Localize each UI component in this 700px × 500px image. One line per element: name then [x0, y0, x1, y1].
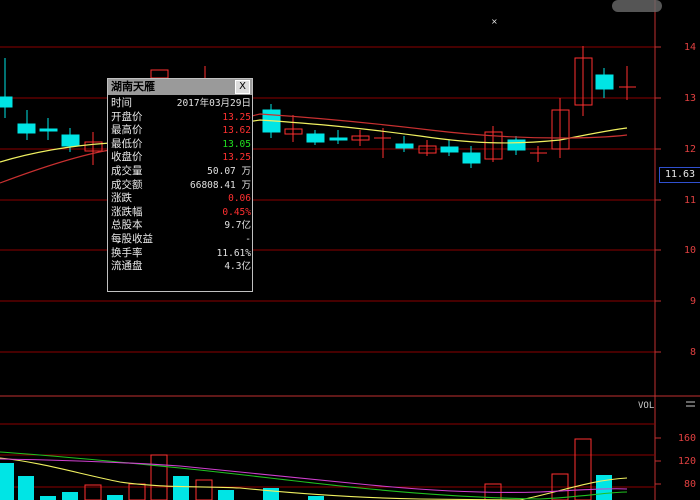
close-icon[interactable]: X	[235, 80, 250, 94]
volume-bar	[218, 490, 234, 500]
candle	[418, 140, 437, 156]
candle	[39, 118, 58, 140]
price-tick: 8	[690, 347, 696, 358]
info-row: 流通盘 4.3亿	[111, 260, 251, 274]
info-label: 涨跌	[111, 192, 132, 205]
candle	[306, 130, 325, 145]
volume-bar	[263, 488, 279, 500]
volume-bar	[40, 496, 56, 500]
candle	[0, 58, 13, 118]
price-tick: 13	[684, 93, 696, 104]
info-label: 涨跌幅	[111, 205, 143, 218]
candle	[507, 136, 526, 155]
candle	[484, 126, 503, 162]
price-axis: 14 13 12 11 10 9 8	[655, 42, 696, 358]
candle	[17, 110, 36, 140]
info-label: 收盘价	[111, 151, 143, 164]
blurred-overlay	[612, 0, 662, 12]
info-value: 13.25	[222, 152, 251, 164]
volume-bar	[574, 438, 592, 500]
crosshair-marker: ×	[491, 17, 498, 26]
info-value: 0.45%	[222, 206, 251, 218]
info-row: 总股本 9.7亿	[111, 219, 251, 233]
info-table: 时间 2017年03月29日 开盘价 13.25 最高价 13.62 最低价 13.05 收盘价…	[111, 97, 251, 274]
volume-bar	[195, 479, 213, 500]
info-value: 13.25	[222, 111, 251, 123]
info-label: 开盘价	[111, 110, 143, 123]
candle	[551, 98, 570, 158]
price-tick: 12	[684, 144, 696, 155]
candle	[574, 46, 593, 116]
info-value: 66808.41 万	[190, 179, 251, 191]
volume-label: VOL	[638, 401, 654, 411]
volume-moving-averages	[0, 451, 628, 500]
candle	[440, 140, 459, 156]
info-value: 13.05	[222, 138, 251, 150]
candle	[351, 130, 370, 146]
volume-tick: 80	[684, 479, 696, 490]
volume-axis: VOL 160 120 80	[638, 401, 696, 490]
info-row: 收盘价 13.25	[111, 151, 251, 165]
info-label: 时间	[111, 97, 132, 109]
info-label: 每股收益	[111, 232, 153, 245]
candle	[595, 68, 614, 98]
volume-tick: 160	[678, 433, 696, 444]
info-row: 成交量 50.07 万	[111, 165, 251, 179]
volume-bar	[596, 475, 612, 500]
info-label: 最低价	[111, 137, 143, 150]
price-tick: 10	[684, 245, 696, 256]
info-label: 最高价	[111, 124, 143, 137]
info-label: 换手率	[111, 246, 143, 259]
price-tick: 9	[690, 296, 696, 307]
info-row: 成交额 66808.41 万	[111, 179, 251, 193]
price-grid	[0, 0, 700, 500]
candle	[284, 115, 303, 142]
info-label: 流通盘	[111, 260, 143, 273]
info-row: 最高价 13.62	[111, 124, 251, 138]
volume-bar	[0, 463, 14, 500]
info-value: 50.07 万	[207, 165, 251, 177]
info-value: 9.7亿	[224, 220, 251, 232]
candle	[329, 130, 348, 144]
info-popup[interactable]: 湖南天雁 X 时间 2017年03月29日开盘价 13.25 最高价 13.62 最低价 1…	[107, 78, 253, 292]
info-value: 11.61%	[216, 247, 251, 259]
volume-tick: 120	[678, 456, 696, 467]
info-label: 成交额	[111, 178, 143, 191]
volume-bar	[173, 476, 189, 500]
info-value: 0.06	[228, 193, 251, 205]
info-value: -	[245, 233, 251, 245]
info-row: 涨跌幅 0.45%	[111, 206, 251, 220]
info-row: 时间 2017年03月29日	[111, 97, 251, 111]
info-row: 开盘价 13.25	[111, 111, 251, 125]
volume-bar	[308, 496, 324, 500]
volume-bar	[62, 492, 78, 500]
stock-chart[interactable]: 14 13 12 11 10 9 8 VOL 160 120 80	[0, 0, 700, 500]
volume-bars	[0, 438, 612, 500]
info-label: 成交量	[111, 164, 143, 177]
current-price-tag: 11.63	[659, 167, 700, 183]
volume-bar	[128, 483, 146, 500]
info-value: 13.62	[222, 125, 251, 137]
candle	[395, 136, 414, 152]
volume-bar	[18, 476, 34, 500]
info-row: 最低价 13.05	[111, 138, 251, 152]
candle	[150, 69, 169, 79]
info-label: 总股本	[111, 219, 143, 232]
candlesticks	[0, 46, 636, 168]
candle	[619, 66, 636, 100]
info-row: 换手率 11.61%	[111, 247, 251, 261]
candle	[530, 146, 547, 162]
volume-bar	[107, 495, 123, 500]
info-row: 涨跌 0.06	[111, 192, 251, 206]
info-value: 2017年03月29日	[176, 98, 251, 109]
popup-titlebar[interactable]: 湖南天雁 X	[108, 79, 252, 95]
price-tick: 14	[684, 42, 696, 53]
volume-bar	[150, 454, 168, 500]
popup-title: 湖南天雁	[111, 80, 155, 93]
price-tick: 11	[684, 195, 696, 206]
info-value: 4.3亿	[224, 261, 251, 273]
info-row: 每股收益 -	[111, 233, 251, 247]
